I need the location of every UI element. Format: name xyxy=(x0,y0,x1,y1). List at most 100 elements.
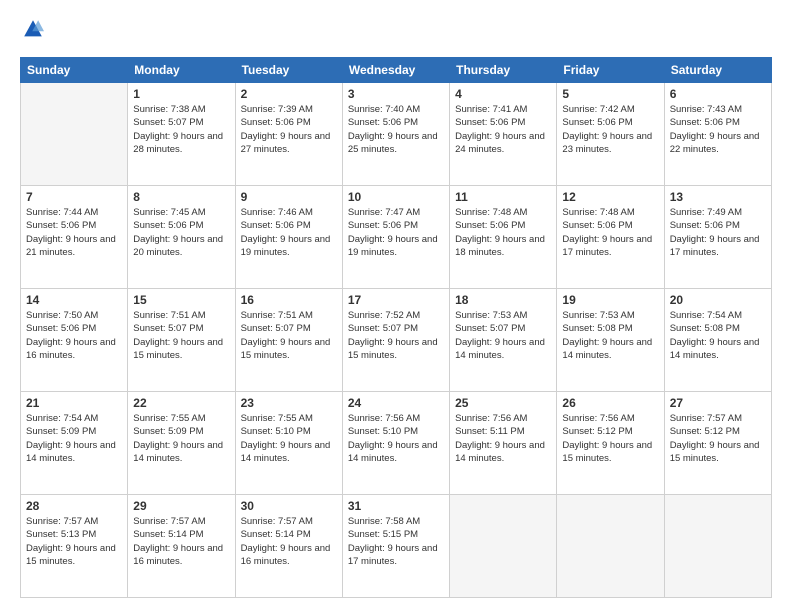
calendar-week-row: 1 Sunrise: 7:38 AMSunset: 5:07 PMDaylight… xyxy=(21,83,772,186)
day-number: 24 xyxy=(348,396,444,410)
day-number: 14 xyxy=(26,293,122,307)
day-info: Sunrise: 7:40 AMSunset: 5:06 PMDaylight:… xyxy=(348,103,444,156)
calendar-cell: 28 Sunrise: 7:57 AMSunset: 5:13 PMDayligh… xyxy=(21,495,128,598)
calendar-cell: 13 Sunrise: 7:49 AMSunset: 5:06 PMDayligh… xyxy=(664,186,771,289)
day-number: 20 xyxy=(670,293,766,307)
day-number: 25 xyxy=(455,396,551,410)
calendar-cell: 25Sunrise: 7:56 AMSunset: 5:11 PMDayligh… xyxy=(450,392,557,495)
calendar-cell: 20 Sunrise: 7:54 AMSunset: 5:08 PMDayligh… xyxy=(664,289,771,392)
day-number: 23 xyxy=(241,396,337,410)
weekday-header: Tuesday xyxy=(235,58,342,83)
calendar-cell: 31Sunrise: 7:58 AMSunset: 5:15 PMDayligh… xyxy=(342,495,449,598)
day-info: Sunrise: 7:38 AMSunset: 5:07 PMDaylight:… xyxy=(133,103,229,156)
weekday-header: Friday xyxy=(557,58,664,83)
calendar-week-row: 7 Sunrise: 7:44 AMSunset: 5:06 PMDaylight… xyxy=(21,186,772,289)
calendar: SundayMondayTuesdayWednesdayThursdayFrid… xyxy=(20,57,772,598)
calendar-cell: 18 Sunrise: 7:53 AMSunset: 5:07 PMDayligh… xyxy=(450,289,557,392)
day-number: 7 xyxy=(26,190,122,204)
day-info: Sunrise: 7:52 AMSunset: 5:07 PMDaylight:… xyxy=(348,309,444,362)
calendar-cell: 6Sunrise: 7:43 AMSunset: 5:06 PMDaylight… xyxy=(664,83,771,186)
day-info: Sunrise: 7:45 AMSunset: 5:06 PMDaylight:… xyxy=(133,206,229,259)
day-info: Sunrise: 7:58 AMSunset: 5:15 PMDaylight:… xyxy=(348,515,444,568)
calendar-cell: 5 Sunrise: 7:42 AMSunset: 5:06 PMDaylight… xyxy=(557,83,664,186)
day-info: Sunrise: 7:56 AMSunset: 5:10 PMDaylight:… xyxy=(348,412,444,465)
calendar-cell: 1 Sunrise: 7:38 AMSunset: 5:07 PMDaylight… xyxy=(128,83,235,186)
day-info: Sunrise: 7:56 AMSunset: 5:12 PMDaylight:… xyxy=(562,412,658,465)
day-info: Sunrise: 7:53 AMSunset: 5:08 PMDaylight:… xyxy=(562,309,658,362)
calendar-cell: 27 Sunrise: 7:57 AMSunset: 5:12 PMDayligh… xyxy=(664,392,771,495)
day-number: 15 xyxy=(133,293,229,307)
calendar-cell: 23 Sunrise: 7:55 AMSunset: 5:10 PMDayligh… xyxy=(235,392,342,495)
day-info: Sunrise: 7:54 AMSunset: 5:08 PMDaylight:… xyxy=(670,309,766,362)
page: SundayMondayTuesdayWednesdayThursdayFrid… xyxy=(0,0,792,612)
day-number: 27 xyxy=(670,396,766,410)
day-info: Sunrise: 7:57 AMSunset: 5:13 PMDaylight:… xyxy=(26,515,122,568)
day-number: 30 xyxy=(241,499,337,513)
weekday-header: Wednesday xyxy=(342,58,449,83)
calendar-cell xyxy=(664,495,771,598)
logo xyxy=(20,18,46,45)
day-info: Sunrise: 7:43 AMSunset: 5:06 PMDaylight:… xyxy=(670,103,766,156)
day-info: Sunrise: 7:39 AMSunset: 5:06 PMDaylight:… xyxy=(241,103,337,156)
day-number: 11 xyxy=(455,190,551,204)
calendar-week-row: 28 Sunrise: 7:57 AMSunset: 5:13 PMDayligh… xyxy=(21,495,772,598)
calendar-week-row: 14 Sunrise: 7:50 AMSunset: 5:06 PMDayligh… xyxy=(21,289,772,392)
day-info: Sunrise: 7:41 AMSunset: 5:06 PMDaylight:… xyxy=(455,103,551,156)
calendar-cell: 26Sunrise: 7:56 AMSunset: 5:12 PMDayligh… xyxy=(557,392,664,495)
day-info: Sunrise: 7:55 AMSunset: 5:09 PMDaylight:… xyxy=(133,412,229,465)
day-number: 19 xyxy=(562,293,658,307)
calendar-cell xyxy=(450,495,557,598)
calendar-cell: 30 Sunrise: 7:57 AMSunset: 5:14 PMDayligh… xyxy=(235,495,342,598)
day-info: Sunrise: 7:44 AMSunset: 5:06 PMDaylight:… xyxy=(26,206,122,259)
weekday-header: Thursday xyxy=(450,58,557,83)
calendar-cell: 7 Sunrise: 7:44 AMSunset: 5:06 PMDaylight… xyxy=(21,186,128,289)
day-number: 9 xyxy=(241,190,337,204)
calendar-cell: 12Sunrise: 7:48 AMSunset: 5:06 PMDayligh… xyxy=(557,186,664,289)
day-info: Sunrise: 7:49 AMSunset: 5:06 PMDaylight:… xyxy=(670,206,766,259)
calendar-header: SundayMondayTuesdayWednesdayThursdayFrid… xyxy=(21,58,772,83)
day-info: Sunrise: 7:57 AMSunset: 5:12 PMDaylight:… xyxy=(670,412,766,465)
calendar-cell: 14 Sunrise: 7:50 AMSunset: 5:06 PMDayligh… xyxy=(21,289,128,392)
day-info: Sunrise: 7:54 AMSunset: 5:09 PMDaylight:… xyxy=(26,412,122,465)
day-number: 28 xyxy=(26,499,122,513)
calendar-cell: 19 Sunrise: 7:53 AMSunset: 5:08 PMDayligh… xyxy=(557,289,664,392)
day-number: 5 xyxy=(562,87,658,101)
calendar-cell: 10Sunrise: 7:47 AMSunset: 5:06 PMDayligh… xyxy=(342,186,449,289)
calendar-week-row: 21Sunrise: 7:54 AMSunset: 5:09 PMDayligh… xyxy=(21,392,772,495)
day-info: Sunrise: 7:57 AMSunset: 5:14 PMDaylight:… xyxy=(241,515,337,568)
day-info: Sunrise: 7:55 AMSunset: 5:10 PMDaylight:… xyxy=(241,412,337,465)
day-number: 8 xyxy=(133,190,229,204)
day-number: 4 xyxy=(455,87,551,101)
day-info: Sunrise: 7:46 AMSunset: 5:06 PMDaylight:… xyxy=(241,206,337,259)
day-number: 16 xyxy=(241,293,337,307)
weekday-header: Monday xyxy=(128,58,235,83)
weekday-header: Saturday xyxy=(664,58,771,83)
day-info: Sunrise: 7:42 AMSunset: 5:06 PMDaylight:… xyxy=(562,103,658,156)
calendar-cell: 22Sunrise: 7:55 AMSunset: 5:09 PMDayligh… xyxy=(128,392,235,495)
day-info: Sunrise: 7:48 AMSunset: 5:06 PMDaylight:… xyxy=(455,206,551,259)
day-number: 18 xyxy=(455,293,551,307)
day-info: Sunrise: 7:50 AMSunset: 5:06 PMDaylight:… xyxy=(26,309,122,362)
day-number: 13 xyxy=(670,190,766,204)
weekday-row: SundayMondayTuesdayWednesdayThursdayFrid… xyxy=(21,58,772,83)
day-info: Sunrise: 7:57 AMSunset: 5:14 PMDaylight:… xyxy=(133,515,229,568)
calendar-cell: 4 Sunrise: 7:41 AMSunset: 5:06 PMDaylight… xyxy=(450,83,557,186)
calendar-body: 1 Sunrise: 7:38 AMSunset: 5:07 PMDaylight… xyxy=(21,83,772,598)
calendar-cell: 9 Sunrise: 7:46 AMSunset: 5:06 PMDaylight… xyxy=(235,186,342,289)
day-number: 3 xyxy=(348,87,444,101)
day-info: Sunrise: 7:51 AMSunset: 5:07 PMDaylight:… xyxy=(133,309,229,362)
calendar-cell: 17Sunrise: 7:52 AMSunset: 5:07 PMDayligh… xyxy=(342,289,449,392)
day-number: 10 xyxy=(348,190,444,204)
calendar-cell xyxy=(21,83,128,186)
calendar-cell: 2Sunrise: 7:39 AMSunset: 5:06 PMDaylight… xyxy=(235,83,342,186)
calendar-cell: 11 Sunrise: 7:48 AMSunset: 5:06 PMDayligh… xyxy=(450,186,557,289)
calendar-cell: 3 Sunrise: 7:40 AMSunset: 5:06 PMDaylight… xyxy=(342,83,449,186)
logo-icon xyxy=(22,18,44,40)
day-number: 1 xyxy=(133,87,229,101)
day-info: Sunrise: 7:53 AMSunset: 5:07 PMDaylight:… xyxy=(455,309,551,362)
calendar-cell: 16Sunrise: 7:51 AMSunset: 5:07 PMDayligh… xyxy=(235,289,342,392)
day-number: 29 xyxy=(133,499,229,513)
weekday-header: Sunday xyxy=(21,58,128,83)
header xyxy=(20,18,772,45)
calendar-cell: 24 Sunrise: 7:56 AMSunset: 5:10 PMDayligh… xyxy=(342,392,449,495)
